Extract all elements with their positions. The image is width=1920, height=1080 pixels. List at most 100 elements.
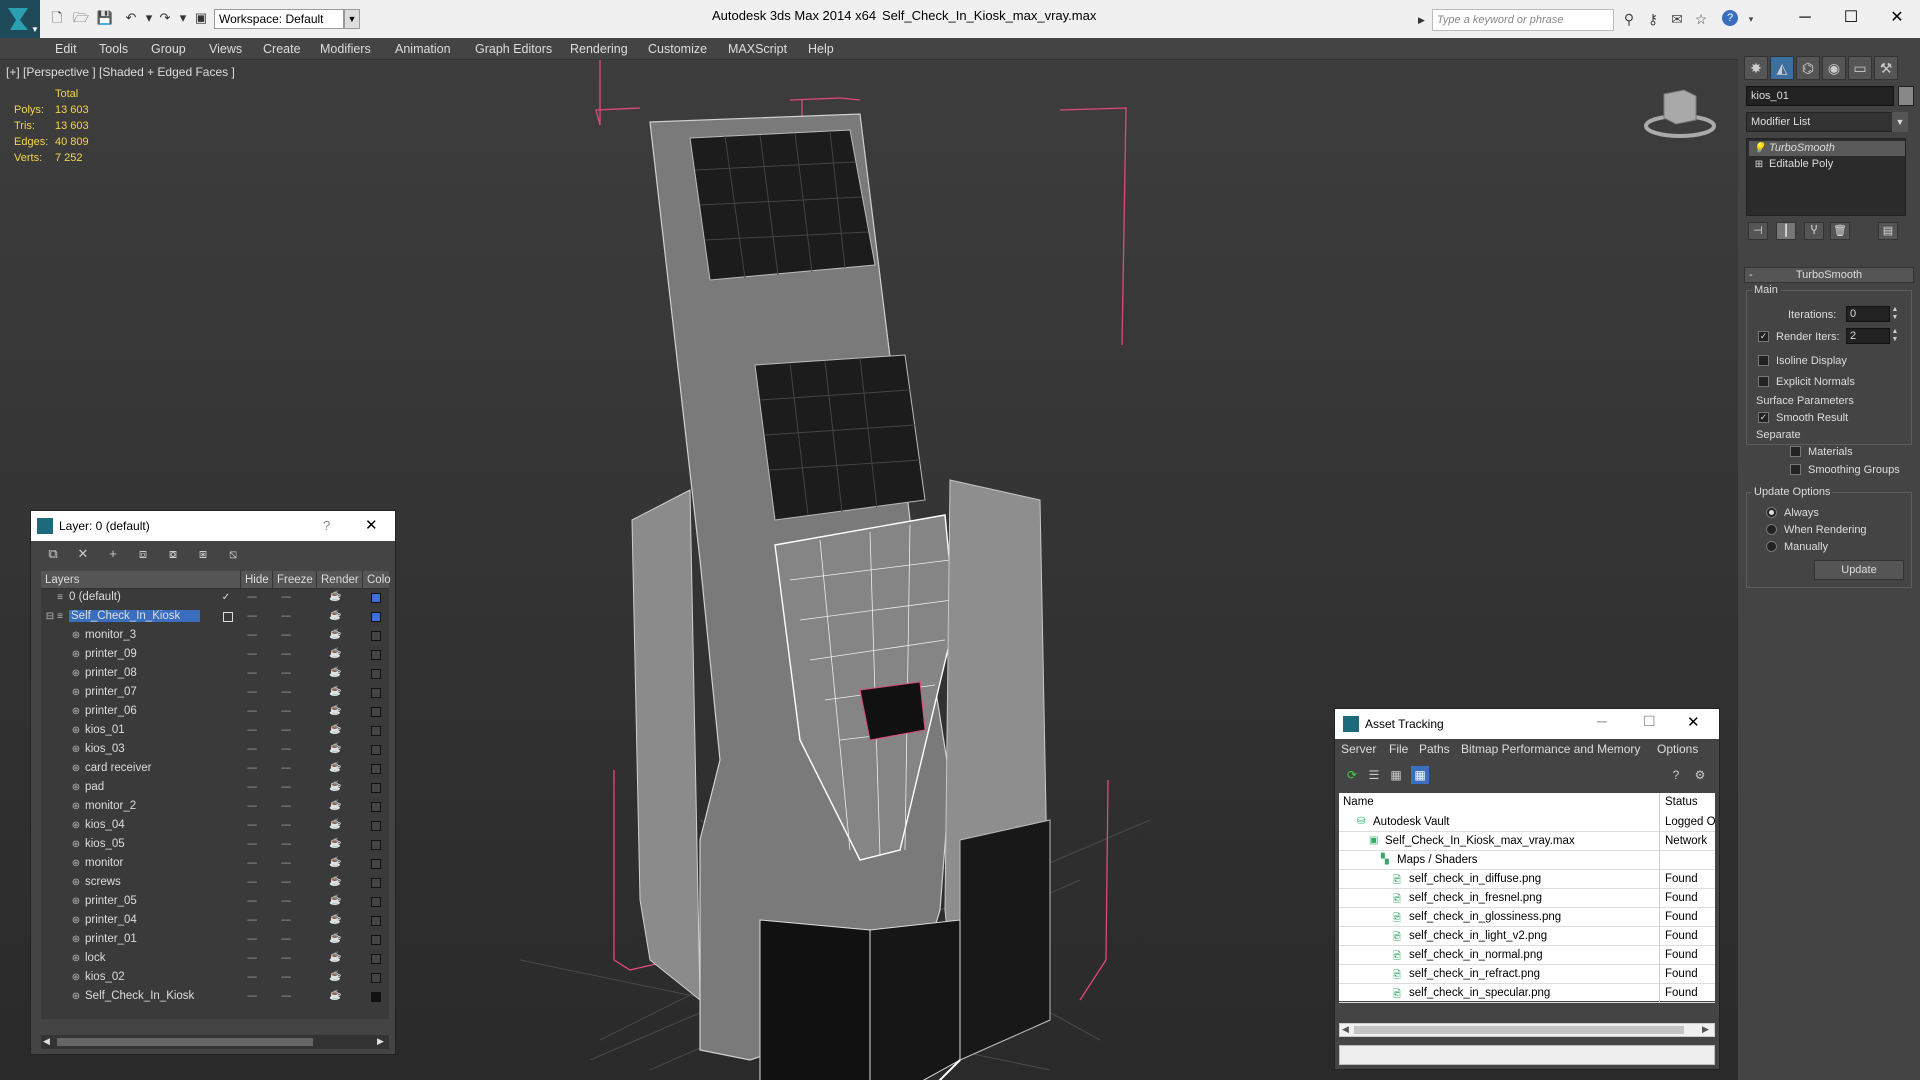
freeze-toggle[interactable]: ---- (281, 668, 291, 679)
render-teapot-icon[interactable]: ☕ (329, 857, 341, 868)
layer-row[interactable]: ⊛ Self_Check_In_Kiosk ---- ---- ☕ (41, 988, 389, 1007)
render-teapot-icon[interactable]: ☕ (329, 895, 341, 906)
close-icon[interactable]: ✕ (1687, 713, 1700, 731)
freeze-toggle[interactable]: ---- (281, 839, 291, 850)
menu-help[interactable]: Help (808, 38, 834, 60)
modifier-list-dropdown[interactable]: Modifier List (1746, 112, 1906, 132)
hide-toggle[interactable]: ---- (247, 896, 257, 907)
hide-toggle[interactable]: ---- (247, 763, 257, 774)
asset-name[interactable]: Self_Check_In_Kiosk_max_vray.max (1385, 835, 1575, 847)
asset-menu-options[interactable]: Options (1657, 742, 1698, 756)
create-tab-icon[interactable]: ✸ (1744, 56, 1768, 80)
freeze-toggle[interactable]: ---- (281, 687, 291, 698)
undo-icon[interactable]: ↶ (122, 9, 140, 27)
render-teapot-icon[interactable]: ☕ (329, 933, 341, 944)
layer-row[interactable]: ⊛ monitor_3 ---- ---- ☕ (41, 627, 389, 646)
layer-row[interactable]: ⊛ kios_04 ---- ---- ☕ (41, 817, 389, 836)
refresh-icon[interactable]: ⟳ (1343, 766, 1361, 784)
layer-name[interactable]: printer_04 (85, 914, 137, 926)
asset-name[interactable]: self_check_in_light_v2.png (1409, 930, 1547, 942)
layer-color-swatch[interactable] (371, 821, 381, 831)
layer-color-swatch[interactable] (371, 859, 381, 869)
update-button[interactable]: Update (1814, 560, 1904, 580)
render-teapot-icon[interactable]: ☕ (329, 819, 341, 830)
layer-color-swatch[interactable] (371, 916, 381, 926)
set-active-box-icon[interactable] (223, 612, 233, 622)
render-teapot-icon[interactable]: ☕ (329, 971, 341, 982)
layer-name[interactable]: lock (85, 952, 105, 964)
pin-stack-icon[interactable]: ⊣ (1748, 222, 1768, 240)
redo-dropdown-icon[interactable]: ▾ (174, 9, 192, 27)
communication-icon[interactable]: ✉ (1668, 10, 1686, 28)
menu-tools[interactable]: Tools (99, 38, 128, 60)
create-layer-icon[interactable]: ⧉ (43, 545, 63, 563)
freeze-toggle[interactable]: ---- (281, 877, 291, 888)
hide-toggle[interactable]: ---- (247, 706, 257, 717)
layer-name[interactable]: screws (85, 876, 121, 888)
layer-row[interactable]: ⊛ printer_09 ---- ---- ☕ (41, 646, 389, 665)
hide-toggle[interactable]: ---- (247, 972, 257, 983)
highlight-layer-icon[interactable]: ⧆ (193, 545, 213, 563)
render-teapot-icon[interactable]: ☕ (329, 743, 341, 754)
layer-name[interactable]: card receiver (85, 762, 151, 774)
column-name[interactable]: Name (1343, 796, 1374, 808)
freeze-toggle[interactable]: ---- (281, 744, 291, 755)
render-teapot-icon[interactable]: ☕ (329, 914, 341, 925)
asset-menu-paths[interactable]: Paths (1419, 742, 1450, 756)
layer-name[interactable]: 0 (default) (69, 591, 121, 603)
scrollbar-thumb[interactable] (1354, 1026, 1684, 1034)
help-dropdown-icon[interactable]: ▾ (1742, 10, 1760, 28)
column-status[interactable]: Status (1665, 796, 1698, 808)
asset-name[interactable]: Maps / Shaders (1397, 854, 1478, 866)
column-layers[interactable]: Layers (41, 571, 241, 589)
freeze-toggle[interactable]: ---- (281, 725, 291, 736)
layer-name[interactable]: printer_07 (85, 686, 137, 698)
scroll-left-icon[interactable]: ◀ (1342, 1024, 1349, 1035)
remove-modifier-icon[interactable]: 🗑 (1830, 222, 1850, 240)
settings-icon[interactable]: ⚙ (1691, 766, 1709, 784)
layer-name[interactable]: kios_05 (85, 838, 125, 850)
render-teapot-icon[interactable]: ☕ (329, 724, 341, 735)
close-icon[interactable]: ✕ (365, 516, 378, 534)
hide-toggle[interactable]: ---- (247, 953, 257, 964)
layer-dialog-titlebar[interactable]: Layer: 0 (default) ? ✕ (31, 511, 395, 541)
layer-name[interactable]: Self_Check_In_Kiosk (85, 990, 194, 1002)
search-input[interactable]: Type a keyword or phrase (1432, 9, 1614, 31)
asset-name[interactable]: self_check_in_normal.png (1409, 949, 1543, 961)
spinner-arrows-icon[interactable]: ▲ ▼ (1890, 306, 1900, 322)
minimize-button[interactable]: ─ (1597, 713, 1607, 729)
layer-row[interactable]: ⊛ kios_05 ---- ---- ☕ (41, 836, 389, 855)
layer-color-swatch[interactable] (371, 612, 381, 622)
freeze-toggle[interactable]: ---- (281, 915, 291, 926)
hide-toggle[interactable]: ---- (247, 649, 257, 660)
hide-toggle[interactable]: ---- (247, 915, 257, 926)
scroll-left-icon[interactable]: ◀ (43, 1036, 50, 1047)
asset-row[interactable]: 🖻 self_check_in_diffuse.png Found (1339, 870, 1715, 889)
layer-row[interactable]: ⊛ card receiver ---- ---- ☕ (41, 760, 389, 779)
layer-name[interactable]: monitor_3 (85, 629, 136, 641)
layer-row[interactable]: ⊛ printer_08 ---- ---- ☕ (41, 665, 389, 684)
help-icon[interactable]: ? (323, 518, 330, 533)
help-icon[interactable]: ? (1722, 10, 1738, 26)
render-teapot-icon[interactable]: ☕ (329, 800, 341, 811)
subscription-icon[interactable]: ⚷ (1644, 10, 1662, 28)
menu-edit[interactable]: Edit (55, 38, 77, 60)
layer-name[interactable]: kios_03 (85, 743, 125, 755)
asset-name[interactable]: self_check_in_refract.png (1409, 968, 1540, 980)
menu-customize[interactable]: Customize (648, 38, 707, 60)
menu-views[interactable]: Views (209, 38, 242, 60)
freeze-toggle[interactable]: ---- (281, 953, 291, 964)
expand-toggle-icon[interactable] (45, 592, 55, 604)
binoculars-icon[interactable]: ⚲ (1620, 10, 1638, 28)
layer-color-swatch[interactable] (371, 802, 381, 812)
freeze-toggle[interactable]: ---- (281, 782, 291, 793)
asset-menu-bitmap-performance[interactable]: Bitmap Performance and Memory (1461, 742, 1640, 756)
expand-plus-icon[interactable]: ⊞ (1753, 157, 1765, 172)
layer-color-swatch[interactable] (371, 897, 381, 907)
asset-row[interactable]: 🖻 self_check_in_normal.png Found (1339, 946, 1715, 965)
render-teapot-icon[interactable]: ☕ (329, 990, 341, 1001)
layer-name[interactable]: printer_01 (85, 933, 137, 945)
layer-color-swatch[interactable] (371, 631, 381, 641)
layer-name[interactable]: kios_02 (85, 971, 125, 983)
workspace-dropdown[interactable]: Workspace: Default (214, 9, 344, 29)
